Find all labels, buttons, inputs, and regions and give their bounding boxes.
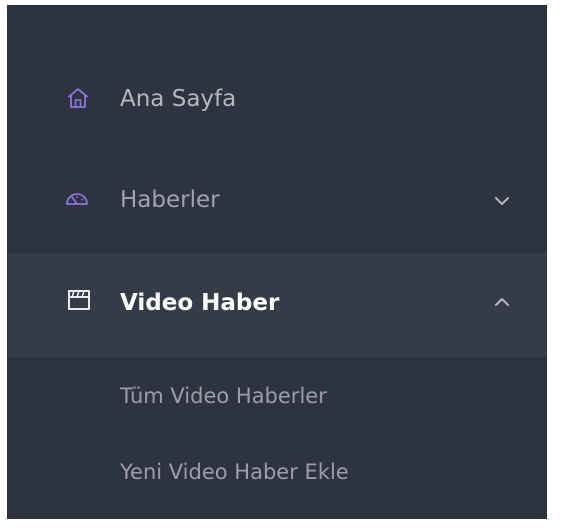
submenu-item-tum-video-haberler[interactable]: Tüm Video Haberler <box>120 383 327 409</box>
chevron-up-icon <box>493 293 511 312</box>
sidebar-item-video-haber[interactable]: Video Haber <box>7 253 547 357</box>
home-icon <box>67 87 89 113</box>
chevron-down-icon <box>493 192 511 211</box>
sidebar-item-label: Ana Sayfa <box>120 86 237 112</box>
sidebar-item-label: Video Haber <box>120 290 280 316</box>
sidebar-item-ana-sayfa[interactable]: Ana Sayfa <box>7 75 547 125</box>
clapperboard-icon <box>68 290 90 314</box>
submenu-item-yeni-video-haber-ekle[interactable]: Yeni Video Haber Ekle <box>120 459 349 485</box>
speedometer-icon <box>65 191 89 211</box>
sidebar-item-haberler[interactable]: Haberler <box>7 175 547 225</box>
sidebar-item-label: Haberler <box>120 187 220 213</box>
sidebar: Ana Sayfa Haberler Video Haber Tüm Video… <box>7 5 547 519</box>
